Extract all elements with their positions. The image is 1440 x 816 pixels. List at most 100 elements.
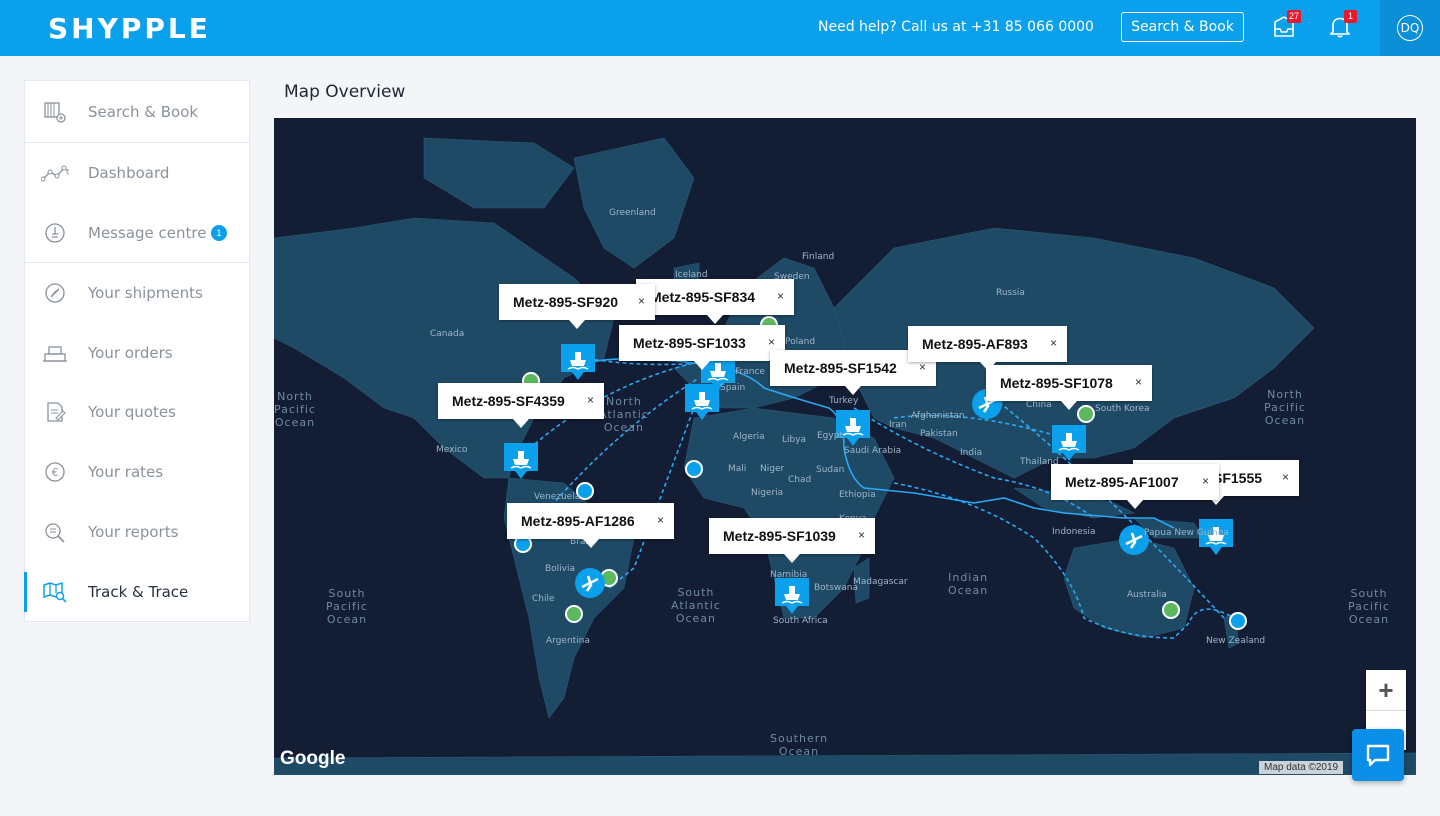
map-label: South Africa — [773, 616, 828, 626]
sidebar-item-label: Your quotes — [88, 403, 176, 421]
page-title: Map Overview — [284, 82, 406, 102]
shipments-icon — [41, 279, 69, 307]
inbox-button[interactable]: 27 — [1271, 10, 1301, 40]
map-label: Saudi Arabia — [844, 446, 902, 456]
close-icon[interactable]: × — [1202, 474, 1209, 488]
map-label: Chile — [532, 594, 555, 604]
map-label: Argentina — [546, 636, 590, 646]
shipment-id: Metz-895-SF1033 — [633, 335, 746, 351]
shipment-popup[interactable]: Metz-895-SF834 × — [636, 279, 794, 324]
close-icon[interactable]: × — [919, 360, 926, 374]
quotes-icon — [41, 398, 69, 426]
destination-dot — [1229, 612, 1247, 630]
sidebar-item-your-quotes[interactable]: Your quotes — [25, 392, 249, 432]
close-icon[interactable]: × — [1135, 375, 1142, 389]
map-label: Ethiopia — [839, 490, 876, 500]
map-label: Turkey — [829, 396, 859, 406]
shipment-id: Metz-895-AF1007 — [1065, 474, 1179, 490]
map-label: New Zealand — [1206, 636, 1266, 646]
sidebar-item-your-shipments[interactable]: Your shipments — [25, 273, 249, 313]
map-attribution: Map data ©2019 — [1259, 761, 1344, 774]
close-icon[interactable]: × — [657, 513, 664, 527]
map-label: France — [735, 367, 765, 377]
map-label: Papua New Guinea — [1144, 528, 1229, 538]
map-label: Canada — [430, 329, 465, 339]
map-label: Libya — [782, 435, 807, 445]
sidebar-item-label: Search & Book — [88, 103, 199, 121]
sidebar-item-label: Your reports — [88, 523, 179, 541]
map-label: Nigeria — [751, 488, 784, 498]
dashboard-icon — [41, 159, 69, 187]
shipment-popup[interactable]: Metz-895-AF1286 × — [507, 503, 674, 548]
close-icon[interactable]: × — [1282, 470, 1289, 484]
map-label: India — [960, 448, 983, 458]
shipment-id: Metz-895-AF893 — [922, 336, 1028, 352]
close-icon[interactable]: × — [1050, 336, 1057, 350]
sidebar-item-message-centre[interactable]: Message centre 1 — [25, 213, 249, 253]
ocean-label: North Atlantic Ocean — [599, 395, 649, 434]
map-label: Spain — [720, 383, 746, 393]
notifications-button[interactable]: 1 — [1327, 10, 1357, 40]
shipment-id: Metz-895-SF1542 — [784, 360, 897, 376]
zoom-in-button[interactable]: + — [1366, 670, 1406, 710]
google-logo: Google — [280, 748, 346, 769]
close-icon[interactable]: × — [587, 393, 594, 407]
shipment-id: Metz-895-SF4359 — [452, 393, 565, 409]
antarctica-shape — [274, 752, 1416, 775]
ocean-label: South Pacific Ocean — [326, 587, 368, 626]
shipment-popup[interactable]: Metz-895-SF4359 × — [438, 383, 604, 428]
map-label: Sudan — [816, 465, 845, 475]
map-label: Egypt — [817, 431, 843, 441]
sidebar-divider — [25, 142, 249, 143]
map-label: Bolivia — [545, 564, 576, 574]
shipment-popup[interactable]: Metz-895-SF920 × — [499, 284, 655, 329]
avatar[interactable]: DQ — [1397, 15, 1423, 41]
map-label: Niger — [760, 464, 785, 474]
sidebar-item-your-reports[interactable]: Your reports — [25, 512, 249, 552]
search-book-icon — [41, 98, 69, 126]
help-phone-text: Need help? Call us at +31 85 066 0000 — [818, 19, 1094, 35]
message-count-badge: 1 — [211, 225, 227, 241]
destination-dot — [685, 460, 703, 478]
greenland-shape — [573, 137, 695, 269]
sidebar-item-your-orders[interactable]: Your orders — [25, 333, 249, 373]
shypple-logo[interactable]: SHYPPLE — [48, 12, 211, 45]
close-icon[interactable]: × — [858, 528, 865, 542]
sidebar-item-label: Dashboard — [88, 164, 170, 182]
shipment-popup[interactable]: Metz-895-SF1033 × — [619, 325, 785, 370]
sidebar-item-label: Track & Trace — [88, 583, 189, 601]
top-navigation-bar: SHYPPLE Need help? Call us at +31 85 066… — [0, 0, 1440, 56]
reports-icon — [41, 518, 69, 546]
sidebar-item-dashboard[interactable]: Dashboard — [25, 153, 249, 193]
close-icon[interactable]: × — [768, 335, 775, 349]
shipment-popup[interactable]: Metz-895-SF1078 × — [986, 365, 1152, 410]
shipment-popup[interactable]: Metz-895-AF1007 × — [1051, 464, 1219, 509]
close-icon[interactable]: × — [777, 289, 784, 303]
sidebar-item-label: Your shipments — [88, 284, 203, 302]
map-label: Pakistan — [920, 429, 958, 439]
origin-dot — [1077, 405, 1095, 423]
map-label: Greenland — [609, 208, 656, 218]
close-icon[interactable]: × — [638, 294, 645, 308]
map-label: Botswana — [814, 583, 858, 593]
user-menu[interactable]: DQ — [1380, 0, 1440, 56]
ocean-label: South Atlantic Ocean — [671, 586, 721, 625]
sidebar-item-search-book[interactable]: Search & Book — [25, 92, 249, 132]
map-label: Poland — [785, 337, 816, 347]
shipment-id: Metz-895-SF920 — [513, 294, 619, 310]
shipment-popup[interactable]: Metz-895-SF1039 × — [709, 518, 875, 563]
search-book-button[interactable]: Search & Book — [1121, 12, 1244, 42]
map-label: Madagascar — [853, 577, 908, 587]
sidebar-item-track-trace[interactable]: Track & Trace — [24, 572, 249, 612]
sidebar-item-your-rates[interactable]: € Your rates — [25, 452, 249, 492]
ocean-label: Southern Ocean — [770, 732, 829, 758]
shipment-popup[interactable]: Metz-895-AF893 × — [908, 326, 1067, 371]
notifications-count-badge: 1 — [1344, 10, 1357, 23]
world-map[interactable]: Greenland Iceland Sweden Finland Russia … — [274, 118, 1416, 775]
chat-button[interactable] — [1352, 729, 1404, 781]
inbox-count-badge: 27 — [1286, 10, 1301, 23]
chat-icon — [1366, 744, 1390, 767]
origin-dot — [565, 605, 583, 623]
rates-icon: € — [41, 458, 69, 486]
map-label: Afghanistan — [911, 411, 965, 421]
